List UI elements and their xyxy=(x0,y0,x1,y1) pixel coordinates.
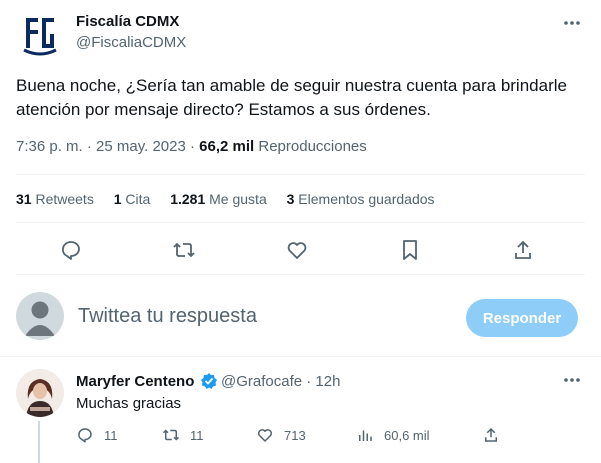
reply-like-action[interactable]: 713 xyxy=(256,425,306,445)
bookmark-icon[interactable] xyxy=(398,238,422,262)
reply-count: 11 xyxy=(104,427,118,443)
divider xyxy=(16,274,585,275)
verified-badge-icon xyxy=(200,372,218,390)
reply-icon[interactable] xyxy=(59,238,83,262)
reply-button[interactable]: Responder xyxy=(466,299,578,337)
bookmarks-stat[interactable]: 3 Elementos guardados xyxy=(287,191,435,207)
divider xyxy=(16,174,585,175)
tweet-text: Buena noche, ¿Sería tan amable de seguir… xyxy=(16,76,567,119)
quotes-stat[interactable]: 1 Cita xyxy=(114,191,151,207)
tweet-meta: 7:36 p. m. · 25 may. 2023 · 66,2 mil Rep… xyxy=(16,138,367,155)
reply-share-action[interactable] xyxy=(482,425,510,445)
share-icon xyxy=(485,427,497,442)
author-handle[interactable]: @FiscaliaCDMX xyxy=(76,34,186,51)
reply-text: Muchas gracias xyxy=(76,395,182,412)
divider xyxy=(16,222,585,223)
author-name[interactable]: Fiscalía CDMX xyxy=(76,13,179,30)
views-count: 66,2 mil xyxy=(199,138,255,155)
retweet-count: 11 xyxy=(190,427,204,443)
reply-author-handle[interactable]: @Grafocafe · 12h xyxy=(221,373,340,390)
reply-author-name[interactable]: Maryfer Centeno xyxy=(76,373,194,390)
more-options-icon[interactable] xyxy=(561,12,583,34)
retweet-icon[interactable] xyxy=(172,238,196,262)
views-label: Reproducciones xyxy=(254,138,367,155)
likes-stat[interactable]: 1.281 Me gusta xyxy=(170,191,267,207)
reply-retweet-action[interactable]: 11 xyxy=(162,425,204,445)
like-icon xyxy=(257,429,273,442)
reply-icon xyxy=(78,428,92,443)
user-avatar[interactable] xyxy=(16,292,64,340)
divider xyxy=(0,356,601,357)
reply-views-action[interactable]: 60,6 mil xyxy=(356,425,430,445)
retweet-icon xyxy=(162,429,180,441)
tweet-stats: 31 Retweets 1 Cita 1.281 Me gusta 3 Elem… xyxy=(16,191,451,207)
thread-line xyxy=(38,421,40,463)
like-count: 713 xyxy=(284,427,306,443)
views-count: 60,6 mil xyxy=(384,427,430,443)
retweets-stat[interactable]: 31 Retweets xyxy=(16,191,94,207)
tweet-timestamp[interactable]: 7:36 p. m. · 25 may. 2023 · xyxy=(16,138,199,155)
views-icon xyxy=(359,430,372,441)
like-icon[interactable] xyxy=(285,238,309,262)
reply-author-avatar[interactable] xyxy=(16,369,64,417)
tweet-detail: Fiscalía CDMX @FiscaliaCDMX Buena noche,… xyxy=(0,0,601,463)
reply-reply-action[interactable]: 11 xyxy=(76,425,118,445)
more-options-icon[interactable] xyxy=(561,369,583,391)
reply-input[interactable]: Twittea tu respuesta xyxy=(78,305,257,328)
share-icon[interactable] xyxy=(511,238,535,262)
fiscalia-logo-avatar[interactable] xyxy=(16,10,64,58)
